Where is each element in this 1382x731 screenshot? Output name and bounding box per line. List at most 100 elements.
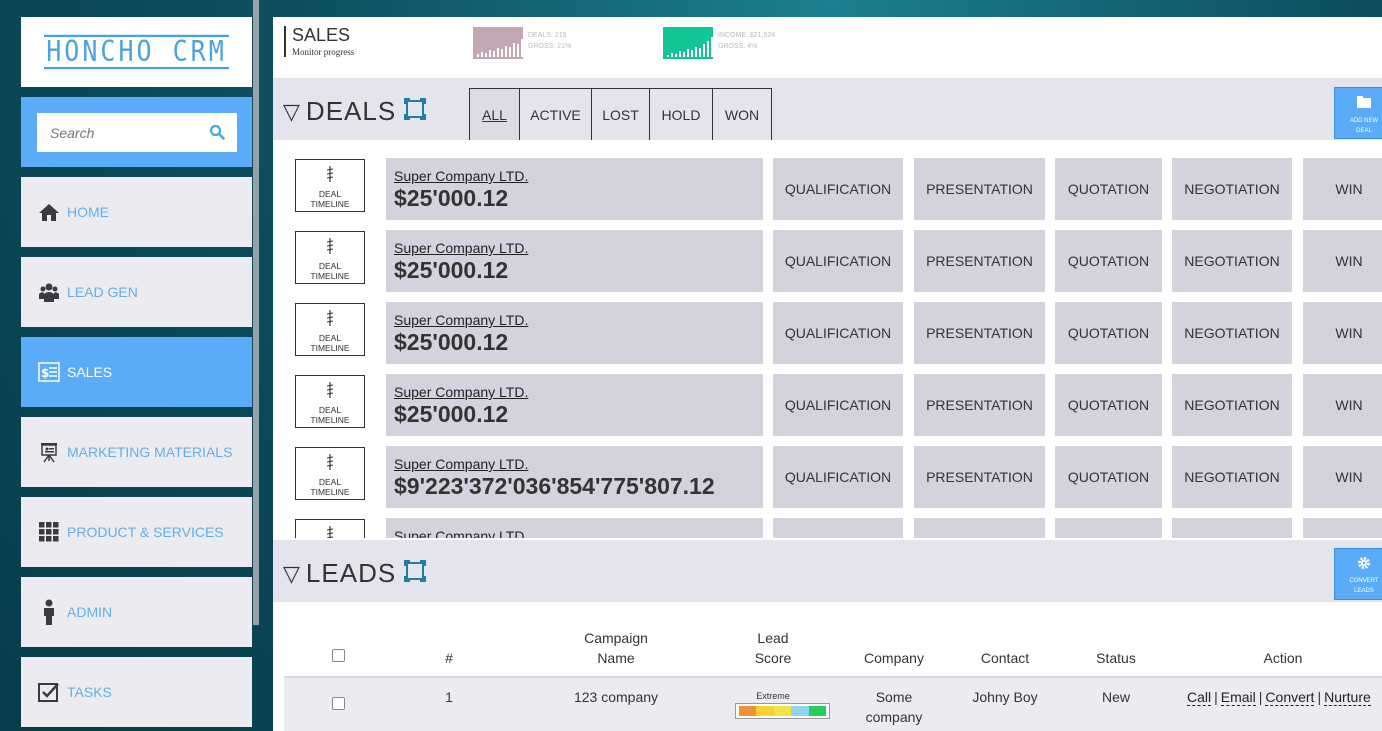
stage-negotiation[interactable]: NEGOTIATION <box>1172 302 1292 364</box>
stage-presentation[interactable]: PRESENTATION <box>914 518 1045 538</box>
expand-icon[interactable] <box>404 98 427 125</box>
convert-leads-button[interactable]: CONVERT LEADS <box>1334 548 1382 600</box>
stage-quotation[interactable]: QUOTATION <box>1055 374 1162 436</box>
tab-active[interactable]: ACTIVE <box>519 89 591 140</box>
stage-quotation[interactable]: QUOTATION <box>1055 230 1162 292</box>
stage-win[interactable]: WIN <box>1303 518 1382 538</box>
col-status[interactable]: Status <box>1076 648 1156 668</box>
col-contact[interactable]: Contact <box>955 648 1055 668</box>
sparkline-bar <box>513 43 515 57</box>
svg-text:$: $ <box>41 366 49 380</box>
deal-amount: $25'000.12 <box>394 329 509 355</box>
income-sparkline <box>663 27 713 59</box>
nav-item-tasks[interactable]: TASKS <box>21 657 252 727</box>
convert-link[interactable]: Convert <box>1265 689 1315 706</box>
nurture-link[interactable]: Nurture <box>1324 689 1371 706</box>
group-icon <box>38 281 60 303</box>
sparkline-bar <box>505 46 507 57</box>
stage-win[interactable]: WIN <box>1303 446 1382 508</box>
logo[interactable]: HONCHO CRM <box>21 17 252 87</box>
nav-label: HOME <box>67 204 109 220</box>
collapse-triangle-icon[interactable]: ▽ <box>283 99 300 124</box>
stage-presentation[interactable]: PRESENTATION <box>914 158 1045 220</box>
tab-won[interactable]: WON <box>712 89 771 140</box>
sparkline-bar <box>687 49 689 57</box>
search-input[interactable] <box>50 124 200 141</box>
sparkline-bar <box>517 44 519 57</box>
add-new-deal-button[interactable]: ADD NEW DEAL <box>1334 87 1382 139</box>
deal-company-link[interactable]: Super Company LTD. <box>394 528 763 538</box>
stage-presentation[interactable]: PRESENTATION <box>914 302 1045 364</box>
stage-negotiation[interactable]: NEGOTIATION <box>1172 158 1292 220</box>
convert-label-2: LEADS <box>1354 588 1374 594</box>
stage-negotiation[interactable]: NEGOTIATION <box>1172 230 1292 292</box>
stage-presentation[interactable]: PRESENTATION <box>914 446 1045 508</box>
search-icon[interactable] <box>209 124 225 145</box>
nav-item-admin[interactable]: ADMIN <box>21 577 252 647</box>
deal-company-link[interactable]: Super Company LTD. <box>394 168 763 184</box>
sparkline-bar <box>691 50 693 57</box>
tab-hold[interactable]: HOLD <box>649 89 712 140</box>
email-link[interactable]: Email <box>1220 689 1256 706</box>
deal-company-link[interactable]: Super Company LTD. <box>394 240 763 256</box>
tab-all[interactable]: ALL <box>470 89 519 140</box>
nav-item-marketing-materials[interactable]: MARKETING MATERIALS <box>21 417 252 487</box>
stage-win[interactable]: WIN <box>1303 230 1382 292</box>
col-lead-score[interactable]: Lead Score <box>733 628 813 668</box>
home-icon <box>38 201 60 223</box>
stage-quotation[interactable]: QUOTATION <box>1055 518 1162 538</box>
deal-amount: $9'223'372'036'854'775'807.12 <box>394 473 715 499</box>
deal-row: DEAL TIMELINE Super Company LTD. $9'223'372… <box>273 446 1382 508</box>
stage-win[interactable]: WIN <box>1303 158 1382 220</box>
deal-info: Super Company LTD. $25'000.12 <box>386 230 763 292</box>
timeline-label-2: TIMELINE <box>310 271 350 281</box>
timeline-label-1: DEAL <box>318 189 342 199</box>
deal-company-link[interactable]: Super Company LTD. <box>394 384 763 400</box>
nav-item-product-services[interactable]: PRODUCT & SERVICES <box>21 497 252 567</box>
col-campaign-name[interactable]: Campaign Name <box>556 628 676 668</box>
stage-qualification[interactable]: QUALIFICATION <box>773 374 903 436</box>
row-checkbox[interactable] <box>332 697 345 710</box>
deals-section-bar: ▽ DEALS ALL ACTIVE LOST HOLD WON ADD NEW… <box>273 78 1382 141</box>
nav-item-sales[interactable]: $ SALES <box>21 337 252 407</box>
sparkline-bar <box>699 48 701 57</box>
stage-win[interactable]: WIN <box>1303 302 1382 364</box>
collapse-triangle-icon[interactable]: ▽ <box>283 561 300 586</box>
deal-timeline-button[interactable]: DEALTIMELINE <box>295 447 365 500</box>
nav-item-home[interactable]: HOME <box>21 177 252 247</box>
deal-timeline-button[interactable]: DEALTIMELINE <box>295 303 365 356</box>
stage-qualification[interactable]: QUALIFICATION <box>773 446 903 508</box>
expand-icon[interactable] <box>404 560 427 587</box>
sidebar-scrollbar[interactable] <box>253 0 259 625</box>
stage-quotation[interactable]: QUOTATION <box>1055 158 1162 220</box>
stage-quotation[interactable]: QUOTATION <box>1055 446 1162 508</box>
stage-qualification[interactable]: QUALIFICATION <box>773 230 903 292</box>
call-link[interactable]: Call <box>1187 689 1212 706</box>
stage-quotation[interactable]: QUOTATION <box>1055 302 1162 364</box>
folder-icon <box>1357 95 1371 113</box>
col-company[interactable]: Company <box>844 648 944 668</box>
nav-label: LEAD GEN <box>67 284 138 300</box>
deal-company-link[interactable]: Super Company LTD. <box>394 312 763 328</box>
stage-negotiation[interactable]: NEGOTIATION <box>1172 374 1292 436</box>
stage-negotiation[interactable]: NEGOTIATION <box>1172 518 1292 538</box>
nav-item-lead-gen[interactable]: LEAD GEN <box>21 257 252 327</box>
deal-company-link[interactable]: Super Company LTD. <box>394 456 763 472</box>
sparkline-bar <box>695 47 697 57</box>
stage-qualification[interactable]: QUALIFICATION <box>773 518 903 538</box>
stat-income-line1: INCOME: $21,524 <box>718 32 776 39</box>
deal-timeline-button[interactable]: DEALTIMELINE <box>295 375 365 428</box>
sparkline-bar <box>501 49 503 57</box>
deal-timeline-button[interactable]: DEALTIMELINE <box>295 519 365 538</box>
tab-lost[interactable]: LOST <box>591 89 649 140</box>
stage-presentation[interactable]: PRESENTATION <box>914 230 1045 292</box>
stage-negotiation[interactable]: NEGOTIATION <box>1172 446 1292 508</box>
select-all-checkbox[interactable] <box>332 649 345 662</box>
stage-qualification[interactable]: QUALIFICATION <box>773 158 903 220</box>
deal-timeline-button[interactable]: DEALTIMELINE <box>295 159 365 212</box>
deal-info: Super Company LTD. $25'000.12 <box>386 158 763 220</box>
stage-win[interactable]: WIN <box>1303 374 1382 436</box>
stage-presentation[interactable]: PRESENTATION <box>914 374 1045 436</box>
stage-qualification[interactable]: QUALIFICATION <box>773 302 903 364</box>
deal-timeline-button[interactable]: DEALTIMELINE <box>295 231 365 284</box>
